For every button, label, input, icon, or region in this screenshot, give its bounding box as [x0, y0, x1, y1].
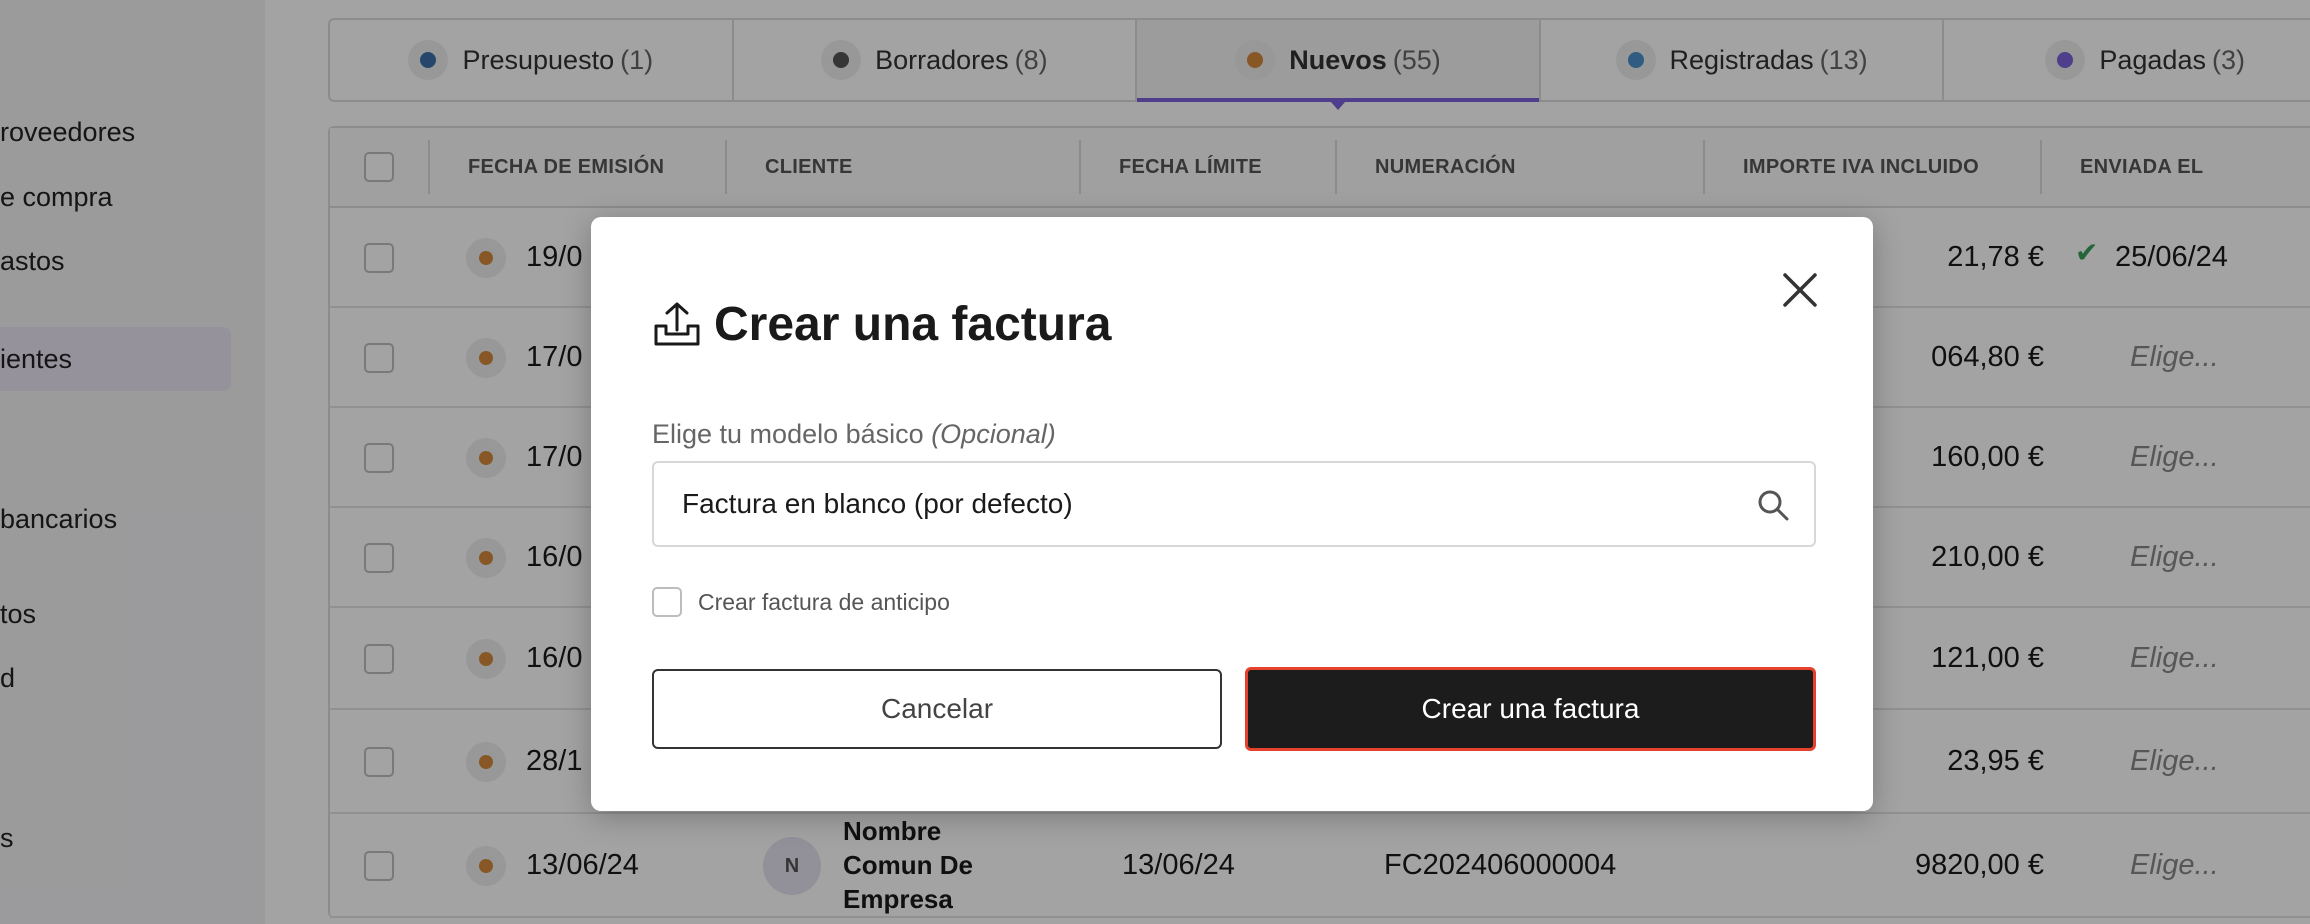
template-field-label: Elige tu modelo básico (Opcional): [652, 419, 1056, 450]
template-select-value: Factura en blanco (por defecto): [682, 488, 1073, 519]
cancel-button[interactable]: Cancelar: [652, 669, 1222, 749]
close-icon[interactable]: [1777, 267, 1823, 313]
optional-hint: (Opcional): [931, 419, 1056, 449]
anticipo-checkbox[interactable]: [652, 587, 682, 617]
modal-title-text: Crear una factura: [714, 298, 1112, 351]
create-invoice-button[interactable]: Crear una factura: [1245, 667, 1816, 751]
anticipo-option[interactable]: Crear factura de anticipo: [652, 587, 950, 617]
template-select[interactable]: Factura en blanco (por defecto): [652, 461, 1816, 547]
create-invoice-modal: Crear una factura Elige tu modelo básico…: [591, 217, 1873, 811]
anticipo-checkbox-label: Crear factura de anticipo: [698, 588, 950, 615]
upload-icon: [654, 302, 700, 345]
search-icon[interactable]: [1756, 488, 1790, 522]
modal-title: Crear una factura: [652, 297, 1111, 352]
field-label-text: Elige tu modelo básico: [652, 419, 924, 449]
